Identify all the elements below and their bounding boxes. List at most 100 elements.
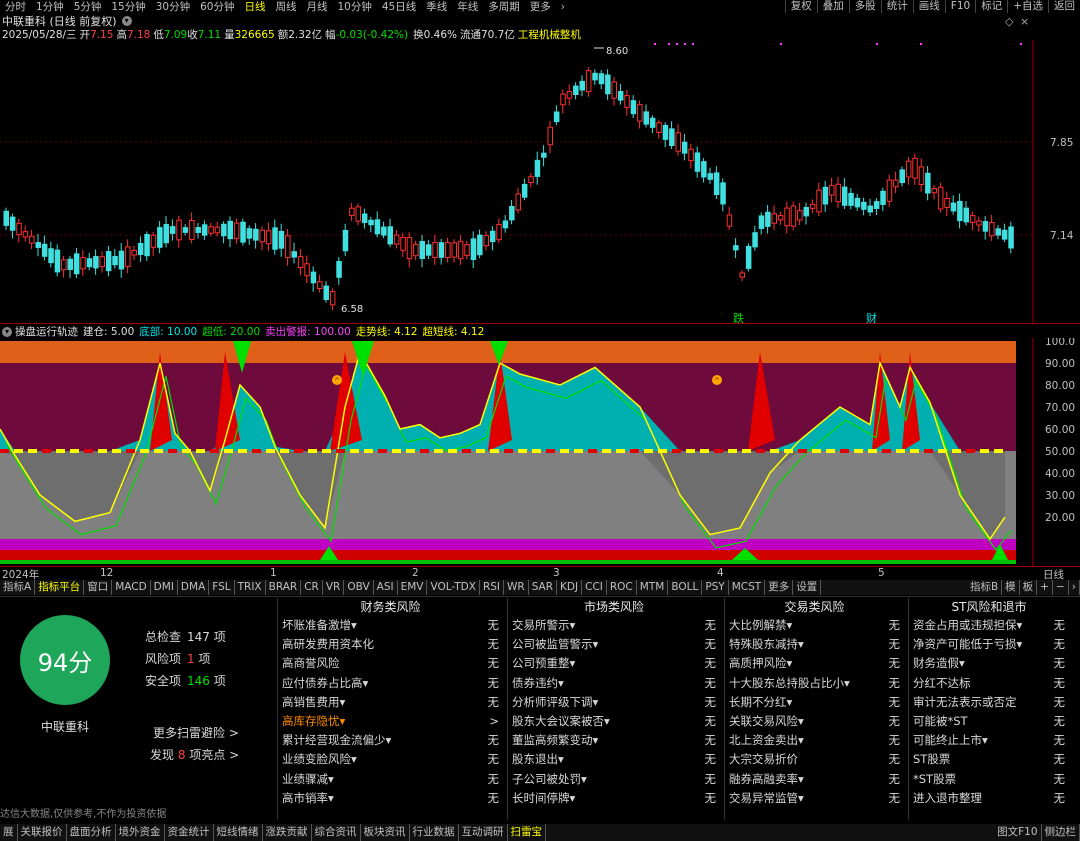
risk-item[interactable]: 资金占用或违规担保▾ 无 — [909, 616, 1069, 635]
timeframe-tab[interactable]: 多周期 — [483, 0, 525, 14]
risk-item[interactable]: 特殊股东减持▾ 无 — [725, 635, 904, 654]
risk-item[interactable]: 大比例解禁▾ 无 — [725, 616, 904, 635]
indicator-chart[interactable]: ^ ^ 100.0 90.00 80.00 70.00 60.00 50.00 40.00 3… — [0, 338, 1080, 566]
risk-item[interactable]: 交易异常监管▾ 无 — [725, 789, 904, 808]
risk-item[interactable]: 审计无法表示或否定 无 — [909, 693, 1069, 712]
indicator-tab[interactable]: VOL-TDX — [427, 580, 480, 595]
bottom-tab[interactable]: 盘面分析 — [67, 824, 116, 841]
toolbar-button[interactable]: 返回 — [1048, 0, 1080, 13]
timeframe-tab[interactable]: 10分钟 — [333, 0, 377, 14]
timeframe-tab[interactable]: 5分钟 — [69, 0, 107, 14]
risk-item[interactable]: 长时间停牌▾ 无 — [508, 789, 720, 808]
bottom-tab[interactable]: 板块资讯 — [361, 824, 410, 841]
risk-item[interactable]: 财务造假▾ 无 — [909, 654, 1069, 673]
risk-item[interactable]: 高商誉风险 无 — [278, 654, 503, 673]
risk-item[interactable]: 高销售费用▾ 无 — [278, 693, 503, 712]
timeframe-tab[interactable]: 30分钟 — [151, 0, 195, 14]
risk-item[interactable]: 公司被监管警示▾ 无 — [508, 635, 720, 654]
bottom-tab[interactable]: 行业数据 — [410, 824, 459, 841]
timeframe-tab[interactable]: 45日线 — [377, 0, 421, 14]
bottom-tab[interactable]: 短线情绪 — [214, 824, 263, 841]
chevron-down-icon[interactable]: ▾ — [121, 16, 132, 26]
indicator-tab[interactable]: CCI — [582, 580, 607, 595]
risk-item[interactable]: 业绩骤减▾ 无 — [278, 770, 503, 789]
indicator-tab[interactable]: 窗口 — [84, 580, 113, 595]
indicator-tab[interactable]: OBV — [344, 580, 374, 595]
bottom-tab[interactable]: 关联报价 — [18, 824, 67, 841]
risk-item[interactable]: 债券违约▾ 无 — [508, 674, 720, 693]
indicator-tab[interactable]: TRIX — [235, 580, 266, 595]
toolbar-button[interactable]: 多股 — [848, 0, 881, 13]
highlights-link[interactable]: 发现 8 项亮点 > — [150, 746, 239, 763]
risk-item[interactable]: 业绩变脸风险▾ 无 — [278, 750, 503, 769]
risk-item[interactable]: 高市销率▾ 无 — [278, 789, 503, 808]
toolbar-button[interactable]: 画线 — [912, 0, 945, 13]
indicator-tab[interactable]: ROC — [607, 580, 637, 595]
risk-item[interactable]: 应付债券占比高▾ 无 — [278, 674, 503, 693]
indicator-tab[interactable]: 设置 — [793, 580, 822, 595]
risk-item[interactable]: 高库存隐忧▾ > — [278, 712, 503, 731]
bottom-tab-right[interactable]: 图文F10 — [994, 824, 1042, 841]
bottom-tab[interactable]: 互动调研 — [459, 824, 508, 841]
risk-item[interactable]: 子公司被处罚▾ 无 — [508, 770, 720, 789]
risk-item[interactable]: 董监高频繁变动▾ 无 — [508, 731, 720, 750]
toolbar-button[interactable]: +自选 — [1007, 0, 1048, 13]
risk-item[interactable]: *ST股票 无 — [909, 770, 1069, 789]
risk-item[interactable]: 净资产可能低于亏损▾ 无 — [909, 635, 1069, 654]
bottom-tab[interactable]: 扫雷宝 — [508, 824, 546, 841]
toolbar-button[interactable]: 统计 — [880, 0, 913, 13]
indicator-tab-right[interactable]: 模 — [1002, 580, 1020, 595]
toolbar-button[interactable]: 标记 — [975, 0, 1007, 13]
indicator-tab[interactable]: WR — [504, 580, 529, 595]
bottom-tab[interactable]: 资金统计 — [165, 824, 214, 841]
tab-control-icon[interactable]: − — [1053, 580, 1069, 595]
tab-control-icon[interactable]: + — [1037, 580, 1053, 595]
indicator-tab[interactable]: VR — [323, 580, 345, 595]
risk-item[interactable]: 大宗交易折价 无 — [725, 750, 904, 769]
risk-item[interactable]: 可能被*ST 无 — [909, 712, 1069, 731]
risk-item[interactable]: 交易所警示▾ 无 — [508, 616, 720, 635]
indicator-tab[interactable]: DMA — [178, 580, 210, 595]
indicator-tab[interactable]: PSY — [702, 580, 729, 595]
indicator-tab[interactable]: 指标平台 — [35, 580, 85, 595]
more-scan-link[interactable]: 更多扫雷避险 > — [153, 724, 239, 741]
timeframe-tab[interactable]: 日线 — [240, 0, 271, 14]
indicator-tab[interactable]: 指标A — [0, 580, 36, 595]
timeframe-tab[interactable]: 更多 — [525, 0, 556, 14]
close-icon[interactable]: × — [1020, 15, 1029, 28]
indicator-tab[interactable]: EMV — [398, 580, 428, 595]
toolbar-button[interactable]: F10 — [944, 0, 975, 13]
timeframe-tab[interactable]: 60分钟 — [195, 0, 239, 14]
bottom-tab[interactable]: 境外资金 — [116, 824, 165, 841]
timeframe-tab[interactable]: 周线 — [271, 0, 302, 14]
risk-item[interactable]: 分析师评级下调▾ 无 — [508, 693, 720, 712]
risk-item[interactable]: 十大股东总持股占比小▾ 无 — [725, 674, 904, 693]
indicator-tab[interactable]: DMI — [151, 580, 178, 595]
risk-item[interactable]: ST股票 无 — [909, 750, 1069, 769]
chevron-right-icon[interactable]: › — [556, 1, 570, 13]
tab-control-icon[interactable]: › — [1069, 580, 1080, 595]
bottom-tab-right[interactable]: 侧边栏 — [1042, 824, 1080, 841]
indicator-tab[interactable]: ASI — [374, 580, 398, 595]
timeframe-tab[interactable]: 月线 — [302, 0, 333, 14]
indicator-tab-right[interactable]: 指标B — [967, 580, 1003, 595]
indicator-tab[interactable]: MCST — [729, 580, 766, 595]
risk-item[interactable]: 股东退出▾ 无 — [508, 750, 720, 769]
indicator-tab[interactable]: FSL — [209, 580, 235, 595]
indicator-tab-right[interactable]: 板 — [1020, 580, 1038, 595]
timeframe-tab[interactable]: 1分钟 — [31, 0, 69, 14]
indicator-tab[interactable]: MACD — [112, 580, 151, 595]
bottom-tab[interactable]: 涨跌贡献 — [263, 824, 312, 841]
risk-item[interactable]: 分红不达标 无 — [909, 674, 1069, 693]
indicator-tab[interactable]: BOLL — [668, 580, 703, 595]
risk-item[interactable]: 坏账准备激增▾ 无 — [278, 616, 503, 635]
risk-item[interactable]: 融券高融卖率▾ 无 — [725, 770, 904, 789]
risk-item[interactable]: 高研发费用资本化 无 — [278, 635, 503, 654]
risk-item[interactable]: 北上资金卖出▾ 无 — [725, 731, 904, 750]
toolbar-button[interactable]: 复权 — [784, 0, 817, 13]
risk-item[interactable]: 可能终止上市▾ 无 — [909, 731, 1069, 750]
toolbar-button[interactable]: 叠加 — [816, 0, 849, 13]
bottom-tab[interactable]: 展 — [0, 824, 18, 841]
indicator-tab[interactable]: BRAR — [266, 580, 302, 595]
indicator-tab[interactable]: 更多 — [765, 580, 794, 595]
